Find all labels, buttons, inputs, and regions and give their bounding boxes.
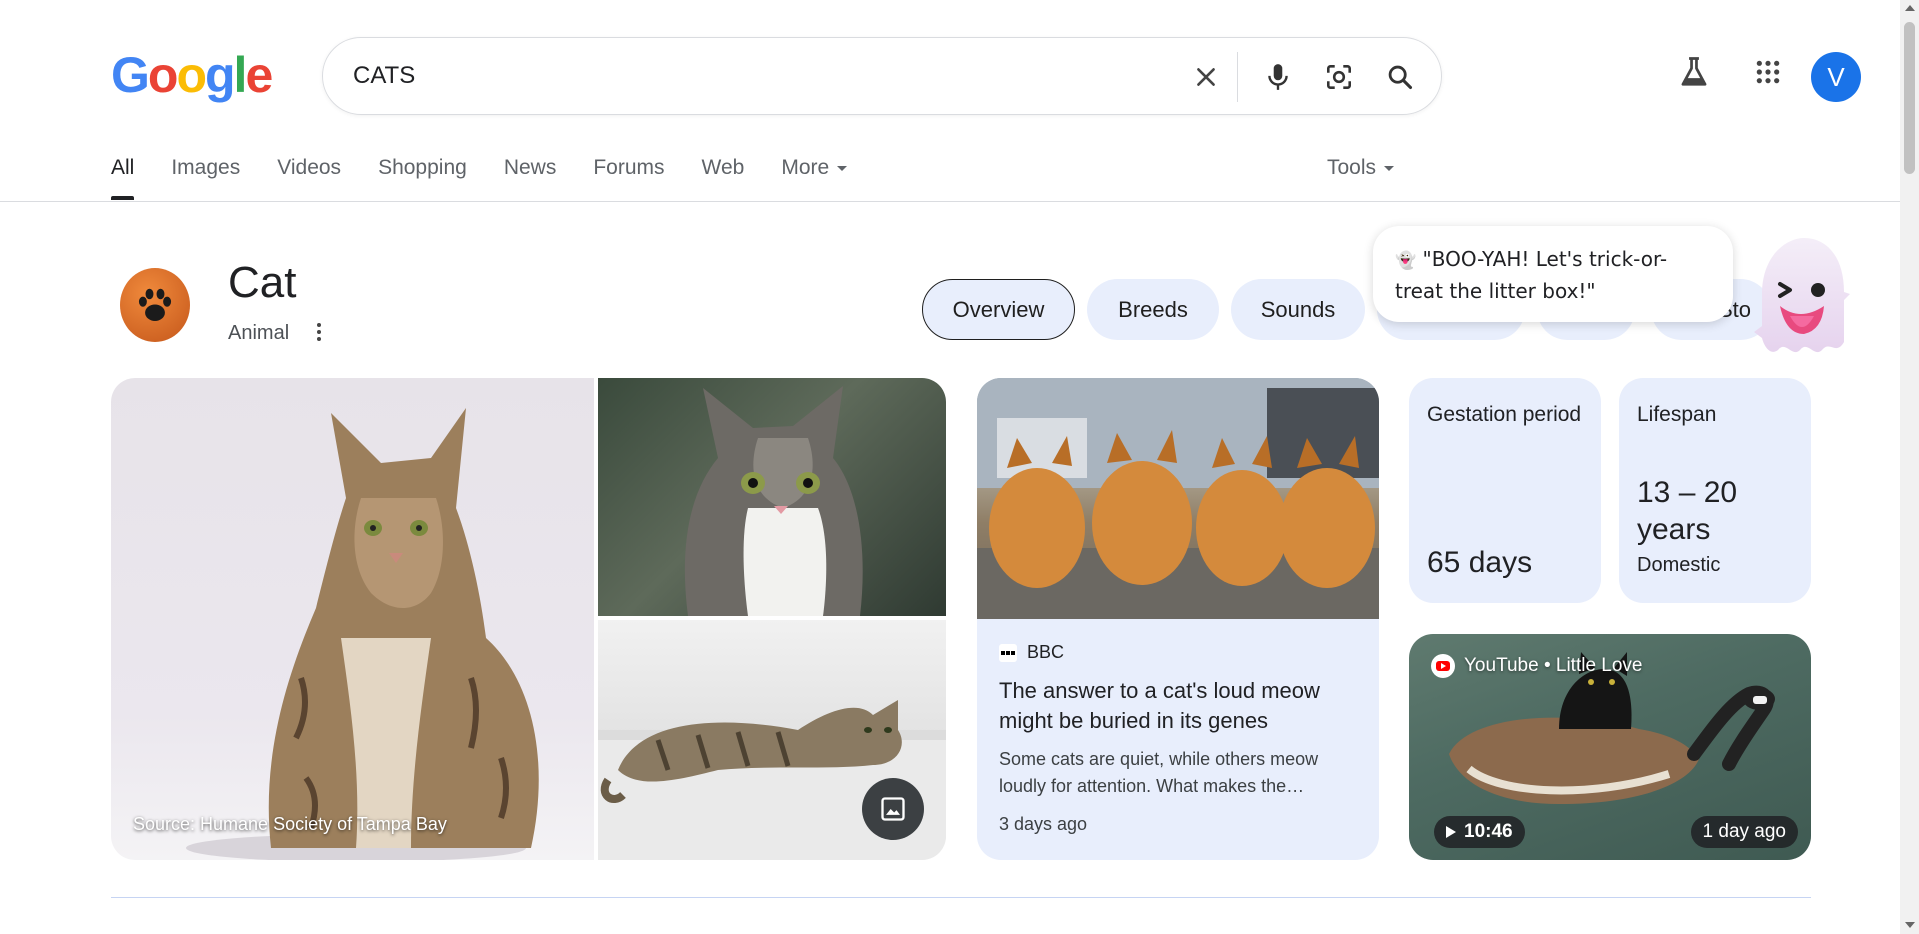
tab-forums[interactable]: Forums xyxy=(593,156,664,180)
fact-label: Gestation period xyxy=(1427,403,1582,426)
fact-label: Lifespan xyxy=(1637,403,1717,426)
tab-images[interactable]: Images xyxy=(171,156,240,180)
microphone-icon[interactable] xyxy=(1259,58,1297,96)
tools-menu[interactable]: Tools xyxy=(1327,156,1395,180)
news-card[interactable]: BBC The answer to a cat's loud meow migh… xyxy=(977,378,1379,860)
video-source-label: YouTube • Little Love xyxy=(1464,655,1643,676)
paw-icon xyxy=(120,268,190,342)
fact-card-gestation[interactable]: Gestation period 65 days xyxy=(1409,378,1601,603)
cat-image-kitten[interactable] xyxy=(598,378,946,616)
tab-news[interactable]: News xyxy=(504,156,557,180)
search-divider xyxy=(1237,52,1238,102)
caret-down-icon xyxy=(1384,165,1395,171)
video-age-badge: 1 day ago xyxy=(1690,816,1798,848)
labs-flask-icon[interactable] xyxy=(1674,52,1714,92)
news-source-label: BBC xyxy=(1027,642,1065,662)
search-input[interactable] xyxy=(353,62,1173,90)
news-source: BBC xyxy=(999,642,1064,663)
tab-more[interactable]: More xyxy=(781,156,848,180)
google-logo[interactable]: Google xyxy=(111,50,273,100)
bbc-logo-icon xyxy=(999,643,1017,662)
tab-videos[interactable]: Videos xyxy=(277,156,341,180)
search-box[interactable] xyxy=(322,37,1442,115)
section-divider xyxy=(111,897,1811,898)
image-gallery-icon[interactable] xyxy=(862,778,924,840)
fact-value: 13 – 20 years xyxy=(1637,476,1738,546)
news-title[interactable]: The answer to a cat's loud meow might be… xyxy=(999,676,1359,736)
search-tabs: All Images Videos Shopping News Forums W… xyxy=(111,156,884,200)
search-icon[interactable] xyxy=(1381,58,1419,96)
entity-title: Cat xyxy=(228,258,297,307)
tab-web[interactable]: Web xyxy=(702,156,745,180)
entity-subtitle: Animal xyxy=(228,322,290,344)
news-date: 3 days ago xyxy=(999,814,1088,834)
chip-sounds[interactable]: Sounds xyxy=(1231,279,1365,340)
chip-overview[interactable]: Overview xyxy=(922,279,1075,340)
ghost-icon[interactable] xyxy=(1746,234,1856,358)
news-snippet: Some cats are quiet, while others meow l… xyxy=(999,749,1319,796)
ghost-emoji: 👻 xyxy=(1395,251,1417,271)
scroll-thumb[interactable] xyxy=(1904,22,1915,174)
caret-down-icon xyxy=(837,165,848,171)
more-vert-icon[interactable] xyxy=(312,320,326,344)
bubble-text: "BOO-YAH! Let's trick-or-treat the litte… xyxy=(1395,247,1668,303)
fact-value: 65 days xyxy=(1427,546,1533,579)
page-scrollbar[interactable] xyxy=(1900,0,1919,934)
tab-shopping[interactable]: Shopping xyxy=(378,156,467,180)
apps-grid-icon[interactable] xyxy=(1748,52,1788,92)
account-avatar[interactable]: V xyxy=(1811,52,1861,102)
video-card[interactable]: YouTube • Little Love 10:46 1 day ago xyxy=(1409,634,1811,860)
video-source: YouTube • Little Love xyxy=(1431,654,1643,678)
video-duration: 10:46 xyxy=(1464,821,1513,842)
ghost-speech-bubble[interactable]: 👻 "BOO-YAH! Let's trick-or-treat the lit… xyxy=(1373,226,1733,322)
tools-label: Tools xyxy=(1327,156,1377,179)
scroll-up-icon[interactable] xyxy=(1905,5,1915,11)
fact-subtext: Domestic xyxy=(1637,554,1721,576)
cat-image-main[interactable] xyxy=(111,378,594,860)
fact-card-lifespan[interactable]: Lifespan 13 – 20 years Domestic xyxy=(1619,378,1811,603)
chip-breeds[interactable]: Breeds xyxy=(1087,279,1219,340)
video-duration-badge: 10:46 xyxy=(1434,816,1525,848)
tab-all[interactable]: All xyxy=(111,156,135,200)
news-image xyxy=(977,378,1379,619)
clear-icon[interactable] xyxy=(1187,58,1225,96)
youtube-logo-icon xyxy=(1431,654,1455,678)
tabs-divider xyxy=(0,201,1900,202)
play-icon xyxy=(1446,826,1456,838)
image-source-caption[interactable]: Source: Humane Society of Tampa Bay xyxy=(133,814,447,835)
scroll-down-icon[interactable] xyxy=(1905,922,1915,928)
tab-more-label: More xyxy=(781,156,830,179)
camera-lens-icon[interactable] xyxy=(1320,58,1358,96)
